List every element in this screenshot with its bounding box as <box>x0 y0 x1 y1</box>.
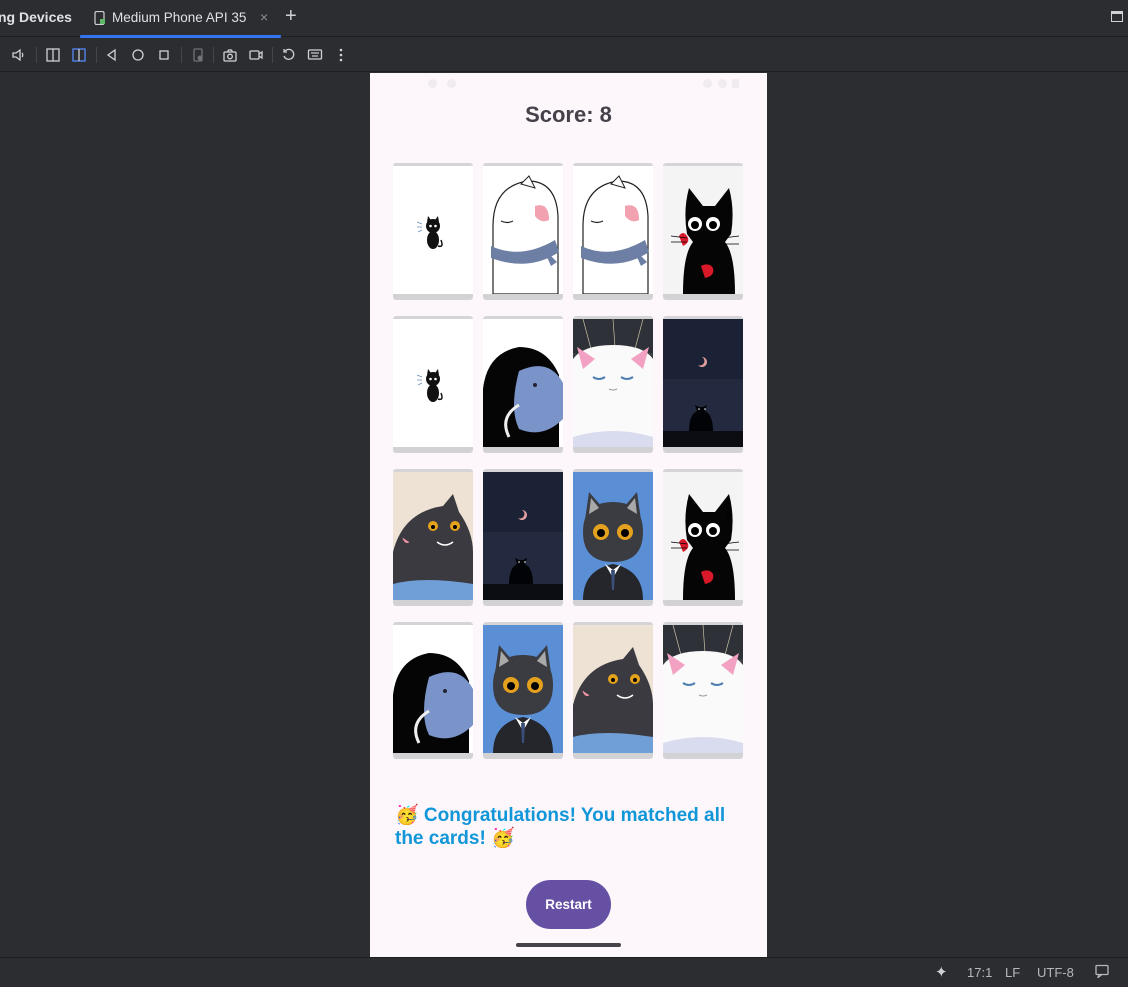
wifi-icon <box>703 79 712 88</box>
gesture-nav-handle[interactable] <box>516 943 621 947</box>
card-image-gray-cat-smile <box>573 625 653 753</box>
memory-card-white-cat-scarf[interactable] <box>573 163 653 298</box>
battery-icon <box>732 79 739 88</box>
card-grid: ?? <box>393 163 745 763</box>
congrats-message: 🥳 Congratulations! You matched all the c… <box>395 805 726 849</box>
notification-icon <box>428 79 437 88</box>
toolbar-separator <box>96 47 97 63</box>
memory-card-black-cat-question[interactable]: ? <box>663 163 743 298</box>
memory-card-gray-cat-suit[interactable] <box>483 622 563 757</box>
score-label: Score: 8 <box>525 102 612 127</box>
device-icon <box>94 11 105 25</box>
file-encoding[interactable]: UTF-8 <box>1037 965 1074 980</box>
signal-icon <box>718 79 727 88</box>
cursor-position[interactable]: 17:1 <box>967 965 992 980</box>
card-image-white-cat-scarf <box>483 166 563 294</box>
device-posture-icon[interactable] <box>189 46 207 64</box>
card-image-small-black-cat <box>393 319 473 447</box>
tab-label: Medium Phone API 35 <box>112 10 247 25</box>
card-image-small-black-cat <box>393 166 473 294</box>
svg-text:?: ? <box>725 205 731 217</box>
android-status-bar <box>370 73 767 95</box>
restart-button[interactable]: Restart <box>526 880 611 929</box>
phone-screen: Score: 8 ?? 🥳 Congratulations! You match… <box>370 73 767 957</box>
memory-card-cat-moon-night[interactable] <box>663 316 743 451</box>
card-image-gray-cat-suit <box>573 472 653 600</box>
overview-icon[interactable] <box>155 46 173 64</box>
notifications-icon[interactable] <box>1095 964 1109 981</box>
toolbar-separator <box>272 47 273 63</box>
notification-icon <box>447 79 456 88</box>
tab-medium-phone[interactable]: Medium Phone API 35 × <box>80 0 281 38</box>
toolbar-separator <box>36 47 37 63</box>
back-icon[interactable] <box>103 46 121 64</box>
card-image-cat-moon-night <box>663 319 743 447</box>
tab-running-devices[interactable]: ng Devices <box>0 9 72 25</box>
ide-status-bar: ✦ 17:1 LF UTF-8 <box>0 957 1128 987</box>
window-maximize-icon[interactable] <box>1111 11 1123 22</box>
toolbar-separator <box>181 47 182 63</box>
card-image-white-cat-scarf <box>573 166 653 294</box>
home-icon[interactable] <box>129 46 147 64</box>
memory-card-white-cat-snow[interactable] <box>573 316 653 451</box>
line-separator[interactable]: LF <box>1005 965 1020 980</box>
memory-card-small-black-cat[interactable] <box>393 316 473 451</box>
toolbar-separator <box>213 47 214 63</box>
card-image-black-cat-fish <box>393 625 473 753</box>
memory-card-cat-moon-night[interactable] <box>483 469 563 604</box>
card-image-white-cat-snow <box>663 625 743 753</box>
tab-bar: ng Devices Medium Phone API 35 × + <box>0 0 1128 38</box>
volume-icon[interactable] <box>9 46 27 64</box>
fold-right-icon[interactable] <box>70 46 88 64</box>
ai-sparkle-icon[interactable]: ✦ <box>935 963 948 981</box>
more-icon[interactable] <box>332 46 350 64</box>
card-image-black-cat-question: ? <box>663 472 743 600</box>
add-tab-icon[interactable]: + <box>285 5 297 27</box>
keyboard-icon[interactable] <box>306 46 324 64</box>
card-image-cat-moon-night <box>483 472 563 600</box>
card-image-gray-cat-suit <box>483 625 563 753</box>
memory-card-white-cat-snow[interactable] <box>663 622 743 757</box>
card-image-gray-cat-smile <box>393 472 473 600</box>
fold-left-icon[interactable] <box>44 46 62 64</box>
card-image-white-cat-snow <box>573 319 653 447</box>
memory-card-black-cat-fish[interactable] <box>483 316 563 451</box>
close-icon[interactable]: × <box>260 9 268 25</box>
memory-card-black-cat-fish[interactable] <box>393 622 473 757</box>
memory-card-white-cat-scarf[interactable] <box>483 163 563 298</box>
rotate-icon[interactable] <box>280 46 298 64</box>
memory-card-small-black-cat[interactable] <box>393 163 473 298</box>
svg-text:?: ? <box>725 511 731 523</box>
memory-card-gray-cat-smile[interactable] <box>393 469 473 604</box>
record-icon[interactable] <box>247 46 265 64</box>
memory-card-gray-cat-smile[interactable] <box>573 622 653 757</box>
card-image-black-cat-fish <box>483 319 563 447</box>
memory-card-black-cat-question[interactable]: ? <box>663 469 743 604</box>
camera-icon[interactable] <box>221 46 239 64</box>
memory-card-gray-cat-suit[interactable] <box>573 469 653 604</box>
device-toolbar <box>0 38 1128 72</box>
card-image-black-cat-question: ? <box>663 166 743 294</box>
